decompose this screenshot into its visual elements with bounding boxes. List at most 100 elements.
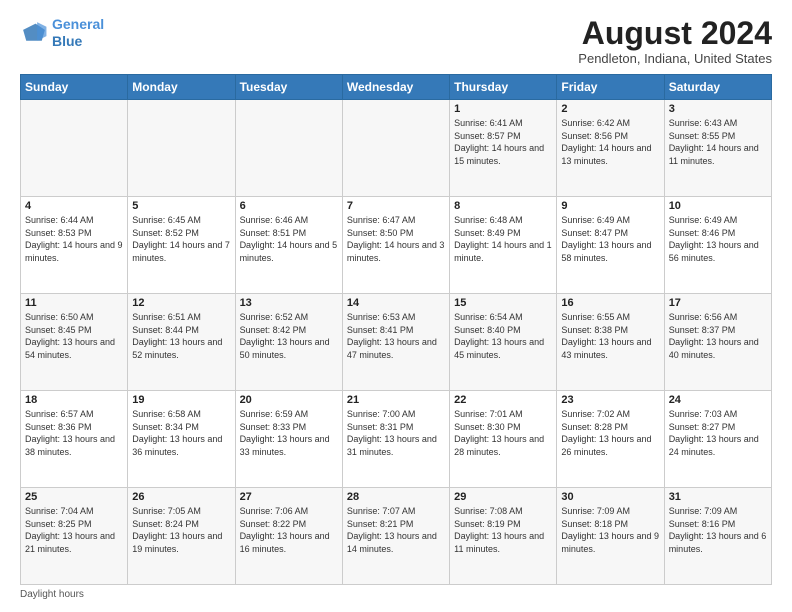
day-number: 8 (454, 200, 552, 212)
day-number: 5 (132, 200, 230, 212)
day-info: Sunrise: 7:09 AMSunset: 8:16 PMDaylight:… (669, 505, 767, 555)
day-number: 15 (454, 297, 552, 309)
day-number: 30 (561, 491, 659, 503)
day-info: Sunrise: 6:43 AMSunset: 8:55 PMDaylight:… (669, 117, 767, 167)
day-number: 14 (347, 297, 445, 309)
day-info: Sunrise: 6:52 AMSunset: 8:42 PMDaylight:… (240, 311, 338, 361)
calendar-cell: 12 Sunrise: 6:51 AMSunset: 8:44 PMDayligh… (128, 294, 235, 391)
calendar-cell: 17Sunrise: 6:56 AMSunset: 8:37 PMDayligh… (664, 294, 771, 391)
calendar-cell: 7 Sunrise: 6:47 AMSunset: 8:50 PMDaylight… (342, 197, 449, 294)
calendar-cell: 19Sunrise: 6:58 AMSunset: 8:34 PMDayligh… (128, 391, 235, 488)
calendar-cell: 6 Sunrise: 6:46 AMSunset: 8:51 PMDaylight… (235, 197, 342, 294)
logo: General Blue (20, 16, 104, 50)
day-info: Sunrise: 6:46 AMSunset: 8:51 PMDaylight:… (240, 214, 338, 264)
day-info: Sunrise: 7:06 AMSunset: 8:22 PMDaylight:… (240, 505, 338, 555)
day-info: Sunrise: 6:54 AMSunset: 8:40 PMDaylight:… (454, 311, 552, 361)
day-number: 29 (454, 491, 552, 503)
day-number: 2 (561, 103, 659, 115)
day-number: 25 (25, 491, 123, 503)
calendar-cell: 18 Sunrise: 6:57 AMSunset: 8:36 PMDayligh… (21, 391, 128, 488)
day-number: 1 (454, 103, 552, 115)
day-info: Sunrise: 7:09 AMSunset: 8:18 PMDaylight:… (561, 505, 659, 555)
calendar-row-0: 1Sunrise: 6:41 AMSunset: 8:57 PMDaylight… (21, 100, 772, 197)
day-info: Sunrise: 6:49 AMSunset: 8:47 PMDaylight:… (561, 214, 659, 264)
day-info: Sunrise: 6:42 AMSunset: 8:56 PMDaylight:… (561, 117, 659, 167)
calendar-cell: 16 Sunrise: 6:55 AMSunset: 8:38 PMDayligh… (557, 294, 664, 391)
day-info: Sunrise: 6:51 AMSunset: 8:44 PMDaylight:… (132, 311, 230, 361)
header: General Blue August 2024 Pendleton, Indi… (20, 16, 772, 66)
col-wednesday: Wednesday (342, 75, 449, 100)
main-title: August 2024 (578, 16, 772, 51)
calendar-cell: 13Sunrise: 6:52 AMSunset: 8:42 PMDayligh… (235, 294, 342, 391)
day-number: 11 (25, 297, 123, 309)
calendar-cell: 27 Sunrise: 7:06 AMSunset: 8:22 PMDayligh… (235, 488, 342, 585)
day-number: 6 (240, 200, 338, 212)
day-info: Sunrise: 7:01 AMSunset: 8:30 PMDaylight:… (454, 408, 552, 458)
calendar-cell: 21Sunrise: 7:00 AMSunset: 8:31 PMDayligh… (342, 391, 449, 488)
calendar-cell: 8 Sunrise: 6:48 AMSunset: 8:49 PMDaylight… (450, 197, 557, 294)
day-info: Sunrise: 6:55 AMSunset: 8:38 PMDaylight:… (561, 311, 659, 361)
calendar-page: General Blue August 2024 Pendleton, Indi… (0, 0, 792, 612)
day-info: Sunrise: 6:45 AMSunset: 8:52 PMDaylight:… (132, 214, 230, 264)
subtitle: Pendleton, Indiana, United States (578, 51, 772, 66)
calendar-row-4: 25 Sunrise: 7:04 AMSunset: 8:25 PMDayligh… (21, 488, 772, 585)
day-info: Sunrise: 7:04 AMSunset: 8:25 PMDaylight:… (25, 505, 123, 555)
day-number: 26 (132, 491, 230, 503)
calendar-cell: 5 Sunrise: 6:45 AMSunset: 8:52 PMDaylight… (128, 197, 235, 294)
day-info: Sunrise: 7:02 AMSunset: 8:28 PMDaylight:… (561, 408, 659, 458)
calendar-cell: 31 Sunrise: 7:09 AMSunset: 8:16 PMDayligh… (664, 488, 771, 585)
calendar-cell: 10 Sunrise: 6:49 AMSunset: 8:46 PMDayligh… (664, 197, 771, 294)
day-number: 9 (561, 200, 659, 212)
col-monday: Monday (128, 75, 235, 100)
day-number: 4 (25, 200, 123, 212)
day-number: 12 (132, 297, 230, 309)
calendar-cell: 3 Sunrise: 6:43 AMSunset: 8:55 PMDaylight… (664, 100, 771, 197)
calendar-cell: 24 Sunrise: 7:03 AMSunset: 8:27 PMDayligh… (664, 391, 771, 488)
day-info: Sunrise: 6:59 AMSunset: 8:33 PMDaylight:… (240, 408, 338, 458)
day-info: Sunrise: 6:57 AMSunset: 8:36 PMDaylight:… (25, 408, 123, 458)
day-info: Sunrise: 6:50 AMSunset: 8:45 PMDaylight:… (25, 311, 123, 361)
day-info: Sunrise: 6:48 AMSunset: 8:49 PMDaylight:… (454, 214, 552, 264)
col-thursday: Thursday (450, 75, 557, 100)
day-info: Sunrise: 7:03 AMSunset: 8:27 PMDaylight:… (669, 408, 767, 458)
logo-text: General Blue (52, 16, 104, 50)
day-info: Sunrise: 7:07 AMSunset: 8:21 PMDaylight:… (347, 505, 445, 555)
header-row: Sunday Monday Tuesday Wednesday Thursday… (21, 75, 772, 100)
day-number: 3 (669, 103, 767, 115)
day-number: 27 (240, 491, 338, 503)
footer-note: Daylight hours (20, 589, 772, 600)
calendar-cell: 14 Sunrise: 6:53 AMSunset: 8:41 PMDayligh… (342, 294, 449, 391)
day-number: 18 (25, 394, 123, 406)
day-number: 16 (561, 297, 659, 309)
calendar-table: Sunday Monday Tuesday Wednesday Thursday… (20, 74, 772, 585)
calendar-cell: 20Sunrise: 6:59 AMSunset: 8:33 PMDayligh… (235, 391, 342, 488)
col-sunday: Sunday (21, 75, 128, 100)
calendar-cell: 1Sunrise: 6:41 AMSunset: 8:57 PMDaylight… (450, 100, 557, 197)
day-number: 7 (347, 200, 445, 212)
day-info: Sunrise: 6:44 AMSunset: 8:53 PMDaylight:… (25, 214, 123, 264)
day-number: 10 (669, 200, 767, 212)
day-info: Sunrise: 7:00 AMSunset: 8:31 PMDaylight:… (347, 408, 445, 458)
calendar-cell (128, 100, 235, 197)
calendar-cell: 26Sunrise: 7:05 AMSunset: 8:24 PMDayligh… (128, 488, 235, 585)
day-info: Sunrise: 6:53 AMSunset: 8:41 PMDaylight:… (347, 311, 445, 361)
day-info: Sunrise: 6:47 AMSunset: 8:50 PMDaylight:… (347, 214, 445, 264)
day-number: 19 (132, 394, 230, 406)
day-number: 31 (669, 491, 767, 503)
day-info: Sunrise: 6:49 AMSunset: 8:46 PMDaylight:… (669, 214, 767, 264)
logo-line2: Blue (52, 33, 82, 49)
calendar-cell: 11 Sunrise: 6:50 AMSunset: 8:45 PMDayligh… (21, 294, 128, 391)
logo-icon (20, 19, 48, 47)
title-block: August 2024 Pendleton, Indiana, United S… (578, 16, 772, 66)
day-number: 28 (347, 491, 445, 503)
calendar-row-1: 4 Sunrise: 6:44 AMSunset: 8:53 PMDaylight… (21, 197, 772, 294)
calendar-cell: 9 Sunrise: 6:49 AMSunset: 8:47 PMDaylight… (557, 197, 664, 294)
day-number: 22 (454, 394, 552, 406)
calendar-cell (342, 100, 449, 197)
calendar-cell: 2 Sunrise: 6:42 AMSunset: 8:56 PMDaylight… (557, 100, 664, 197)
calendar-cell: 23Sunrise: 7:02 AMSunset: 8:28 PMDayligh… (557, 391, 664, 488)
col-saturday: Saturday (664, 75, 771, 100)
calendar-cell: 28 Sunrise: 7:07 AMSunset: 8:21 PMDayligh… (342, 488, 449, 585)
day-number: 24 (669, 394, 767, 406)
calendar-cell (21, 100, 128, 197)
